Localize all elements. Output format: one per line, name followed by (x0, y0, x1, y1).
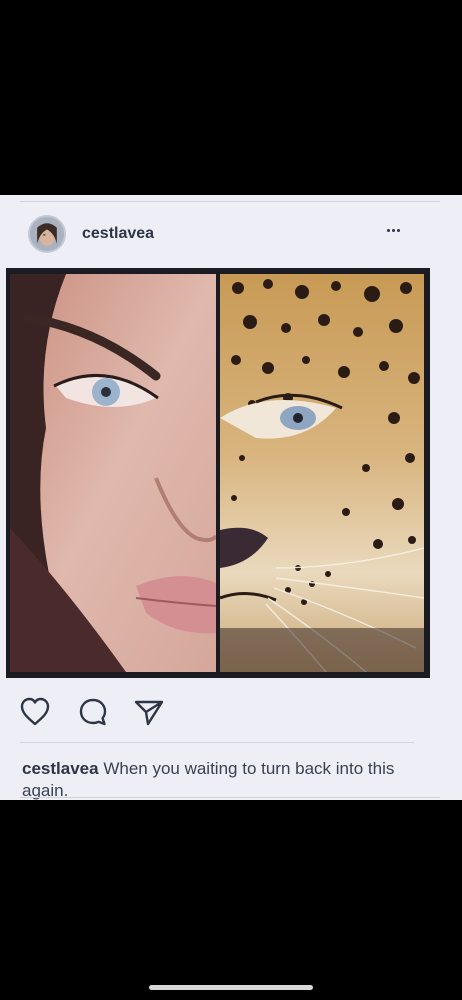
caption-username[interactable]: cestlavea (22, 759, 99, 778)
instagram-post: cestlavea cestlavea When you waiting to … (0, 195, 462, 800)
more-horizontal-icon (386, 228, 390, 232)
top-divider (20, 201, 440, 202)
like-button[interactable] (18, 695, 52, 729)
avatar[interactable] (28, 215, 66, 253)
comment-bubble-icon (79, 698, 107, 726)
more-options-button[interactable] (380, 219, 406, 241)
comment-button[interactable] (76, 695, 110, 729)
woman-face-half (10, 274, 216, 672)
leopard-face-half (220, 274, 424, 672)
more-dot (396, 228, 400, 232)
post-username[interactable]: cestlavea (82, 225, 154, 243)
more-dot (391, 228, 395, 232)
actions-divider (20, 742, 414, 743)
post-image[interactable] (6, 268, 430, 678)
post-caption: cestlavea When you waiting to turn back … (22, 758, 442, 800)
heart-icon (20, 697, 50, 726)
screen-top-black (0, 0, 462, 195)
paper-plane-icon (134, 700, 164, 726)
bottom-divider (20, 797, 440, 798)
avatar-portrait-icon (30, 217, 64, 251)
screen-bottom-black (0, 800, 462, 1000)
post-actions (0, 695, 462, 735)
post-header: cestlavea (0, 213, 462, 257)
share-button[interactable] (132, 695, 166, 729)
home-indicator[interactable] (149, 985, 313, 990)
